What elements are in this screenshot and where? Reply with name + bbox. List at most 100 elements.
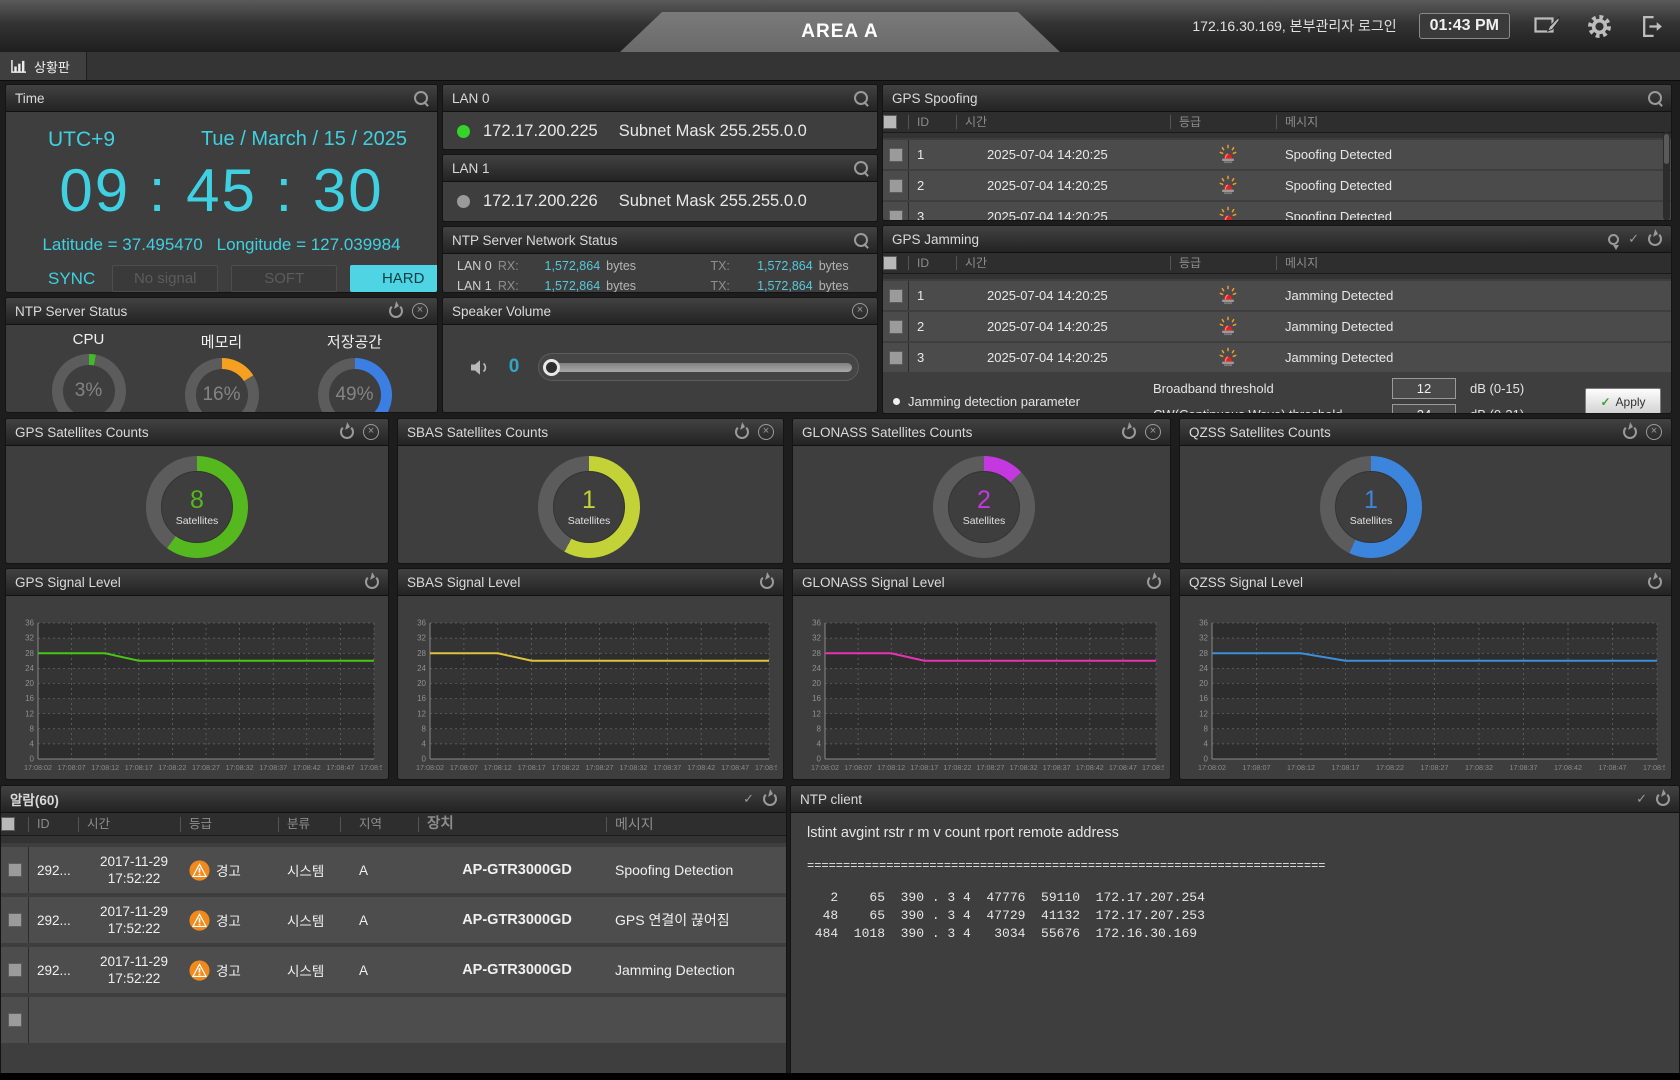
table-gap [883,274,1671,279]
area-selector-tab[interactable]: AREA A [620,12,1060,52]
svg-text:8: 8 [817,724,822,733]
volume-slider-knob[interactable] [543,359,560,376]
search-icon[interactable] [854,91,868,105]
refresh-icon[interactable] [340,425,354,439]
check-icon[interactable] [1628,232,1639,246]
row-checkbox-cell [883,202,909,221]
refresh-icon[interactable] [763,792,777,806]
svg-text:24: 24 [417,664,426,673]
cell-message: GPS 연결이 끊어짐 [607,897,786,943]
tab-dashboard[interactable]: 상황판 [0,52,87,80]
sync-button-hard[interactable]: HARD [350,265,438,292]
ntp-client-row: 484 1018 390 . 3 4 3034 55676 172.16.30.… [807,925,1663,943]
svg-text:17:08:27: 17:08:27 [192,763,220,772]
close-icon[interactable] [363,424,379,440]
gauge-donut: 3% [52,354,126,413]
close-icon[interactable] [412,303,428,319]
gps-satellites-panel: GPS Satellites Counts8Satellites [5,418,389,564]
time-panel: Time UTC+9 Tue / March / 15 / 2025 09 : … [5,84,438,293]
location-pin-icon[interactable] [1608,234,1619,245]
refresh-icon[interactable] [1648,575,1662,589]
svg-text:16: 16 [1199,694,1208,703]
tx-label: TX: [710,279,739,293]
sync-button-no-signal[interactable]: No signal [112,265,218,292]
search-icon[interactable] [414,91,428,105]
volume-slider[interactable] [538,353,859,381]
svg-text:17:08:07: 17:08:07 [450,763,478,772]
ntp-client-panel: NTP client lstint avgint rstr r m v coun… [790,785,1680,1080]
row-checkbox[interactable] [889,351,903,365]
close-icon[interactable] [852,303,868,319]
svg-text:4: 4 [30,739,35,748]
latitude-label: Latitude = 37.495470 [42,235,202,255]
cell-grade: 경고 [181,947,279,993]
refresh-icon[interactable] [1122,425,1136,439]
tab-dashboard-label: 상황판 [34,57,70,76]
row-checkbox[interactable] [8,913,22,927]
row-checkbox[interactable] [8,863,22,877]
refresh-icon[interactable] [1623,425,1637,439]
refresh-icon[interactable] [760,575,774,589]
refresh-icon[interactable] [735,425,749,439]
cw-threshold-input[interactable]: 24 [1392,404,1456,414]
gauge-item: CPU3% [52,331,126,413]
sync-button-soft[interactable]: SOFT [231,265,337,292]
close-icon[interactable] [1145,424,1161,440]
panel-header: QZSS Satellites Counts [1180,419,1671,446]
gauge-item: 메모리16% [185,331,259,413]
broadband-threshold-input[interactable]: 12 [1392,378,1456,399]
select-all-checkbox[interactable] [1,817,15,831]
svg-text:20: 20 [1199,679,1208,688]
satellite-panel-body: 8Satellites [6,446,388,564]
lan0-status-dot [457,125,470,138]
svg-text:17:08:07: 17:08:07 [1243,763,1271,772]
check-icon[interactable] [1636,792,1647,806]
satellite-panel-title: SBAS Satellites Counts [407,425,735,440]
row-checkbox[interactable] [889,210,903,222]
search-icon[interactable] [854,161,868,175]
cell-id: 3 [909,343,957,372]
svg-text:17:08:02: 17:08:02 [811,763,839,772]
cell-id: 292... [29,897,79,943]
scrollbar[interactable] [1663,132,1670,220]
row-checkbox[interactable] [889,148,903,162]
row-checkbox[interactable] [8,1013,22,1027]
check-icon[interactable] [743,792,754,806]
svg-text:17:08:27: 17:08:27 [1421,763,1449,772]
area-title: AREA A [801,21,878,43]
dashboard-stage: AREA A 172.16.30.169, 본부관리자 로그인 01:43 PM… [0,0,1680,1080]
speaker-volume-title: Speaker Volume [452,304,852,319]
row-checkbox-cell [1,897,29,943]
refresh-icon[interactable] [1648,232,1662,246]
cell-time: 2017-11-2917:52:22 [79,947,181,993]
row-checkbox[interactable] [889,320,903,334]
search-icon[interactable] [854,233,868,247]
select-all-checkbox[interactable] [883,256,897,270]
cell-region: A [341,947,419,993]
cell-time [79,997,181,1043]
volume-slider-track[interactable] [545,363,852,372]
row-checkbox[interactable] [8,963,22,977]
interface-name: LAN 0 [457,259,498,273]
interface-name: LAN 1 [457,279,498,293]
refresh-icon[interactable] [389,304,403,318]
apply-button[interactable]: ✓ Apply [1585,388,1661,414]
header-icons [735,424,774,440]
close-icon[interactable] [758,424,774,440]
refresh-icon[interactable] [1656,792,1670,806]
screen-edit-icon[interactable] [1532,11,1562,41]
logout-icon[interactable] [1636,11,1666,41]
svg-text:17:08:47: 17:08:47 [1599,763,1627,772]
alarm-row: 292...2017-11-2917:52:22경고시스템AAP-GTR3000… [1,947,786,993]
refresh-icon[interactable] [1147,575,1161,589]
alarm-panel: 알람(60) ID시간등급분류지역장치메시지292...2017-11-2917… [0,785,787,1080]
search-icon[interactable] [1648,91,1662,105]
gear-icon[interactable] [1584,11,1614,41]
close-icon[interactable] [1646,424,1662,440]
svg-text:17:08:52: 17:08:52 [755,763,777,772]
svg-text:17:08:12: 17:08:12 [877,763,905,772]
select-all-checkbox[interactable] [883,115,897,129]
row-checkbox[interactable] [889,179,903,193]
row-checkbox[interactable] [889,289,903,303]
refresh-icon[interactable] [365,575,379,589]
